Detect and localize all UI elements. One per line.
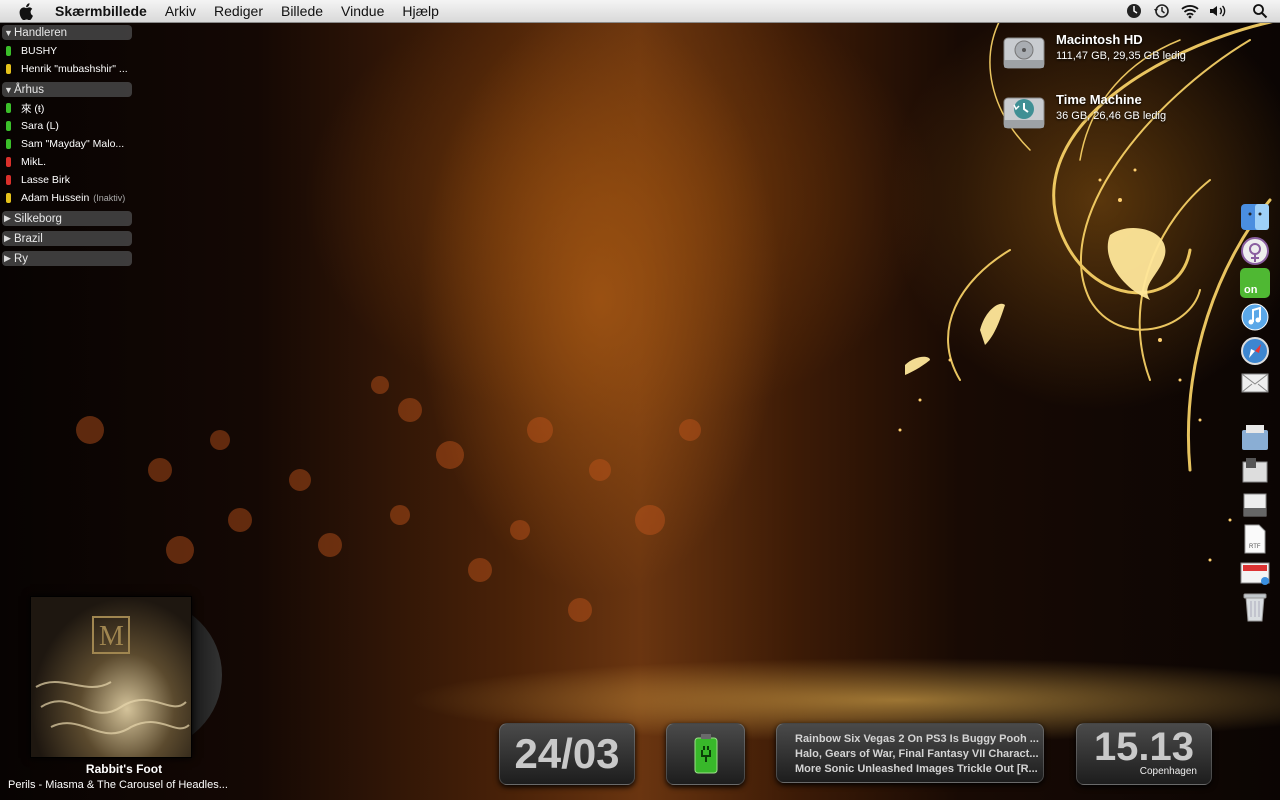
buddy-name: Adam Hussein [21,192,90,204]
group-name: Brazil [14,232,43,245]
buddy-row[interactable]: BUSHY [0,42,132,60]
song-title: Rabbit's Foot [85,762,163,776]
svg-text:RTF: RTF [1249,544,1261,550]
applications-stack-icon[interactable] [1238,490,1272,520]
buddy-row[interactable]: Adam Hussein (Inaktiv) [0,189,132,207]
itunes-icon[interactable] [1238,302,1272,332]
buddy-list: ▼ Handleren BUSHY Henrik "mubashshir" ...… [0,25,132,268]
menu-arkiv[interactable]: Arkiv [156,0,205,22]
time-machine-icon[interactable] [1152,2,1172,20]
group-name: Århus [14,83,45,96]
hard-drive-icon [1002,32,1046,76]
buddy-group-silkeborg[interactable]: ▶ Silkeborg [2,211,132,226]
disclosure-open-icon[interactable]: ▼ [4,85,14,95]
disclosure-closed-icon[interactable]: ▶ [4,233,14,244]
desktop-drive-macintosh-hd[interactable]: Macintosh HD 111,47 GB, 29,35 GB ledig [1002,32,1186,76]
wifi-icon[interactable] [1180,2,1200,20]
group-name: Handleren [14,26,68,39]
buddy-name: Lasse Birk [21,174,71,186]
adium-icon[interactable] [1238,236,1272,266]
menu-hjaelp[interactable]: Hjælp [393,0,448,22]
apple-menu-icon[interactable] [16,1,36,21]
desktop-drive-time-machine[interactable]: Time Machine 36 GB, 26,46 GB ledig [1002,92,1166,136]
buddy-name: MikL. [21,156,47,168]
time-machine-drive-icon [1002,92,1046,136]
disclosure-open-icon[interactable]: ▼ [4,28,14,38]
on-app-icon[interactable]: on [1238,268,1272,298]
menu-vindue[interactable]: Vindue [332,0,393,22]
group-name: Ry [14,252,29,265]
status-busy-icon [6,157,11,167]
album-art[interactable]: M [30,596,192,758]
date-widget[interactable]: 24/03 [499,723,635,785]
safari-icon[interactable] [1238,336,1272,366]
drive-name: Time Machine [1056,92,1142,107]
menu-extras [1124,2,1280,20]
status-idle-icon [6,64,11,74]
clock-time: 15.13 [1093,725,1195,769]
news-headline[interactable]: Rainbow Six Vegas 2 On PS3 Is Buggy Pooh… [795,732,1041,747]
trash-icon[interactable] [1238,592,1272,622]
status-idle-icon [6,193,11,203]
menu-billede[interactable]: Billede [272,0,332,22]
drive-name: Macintosh HD [1056,32,1143,47]
disclosure-closed-icon[interactable]: ▶ [4,253,14,264]
news-headline[interactable]: More Sonic Unleashed Images Trickle Out … [795,762,1041,777]
dock: on RTF [1236,196,1276,636]
buddy-name: Henrik "mubashshir" ... [21,63,128,75]
mail-icon[interactable] [1238,368,1272,398]
buddy-group-ry[interactable]: ▶ Ry [2,251,132,266]
time-machine-clock-icon[interactable] [1124,2,1144,20]
buddy-row[interactable]: Henrik "mubashshir" ... [0,60,132,78]
buddy-row[interactable]: 來 (ŧ) [0,99,132,117]
status-available-icon [6,139,11,149]
buddy-group-handleren[interactable]: ▼ Handleren [2,25,132,40]
buddy-row[interactable]: MikL. [0,153,132,171]
drive-info: 36 GB, 26,46 GB ledig [1056,110,1167,122]
now-playing: Rabbit's Foot Perils - Miasma & The Caro… [0,762,248,791]
menu-rediger[interactable]: Rediger [205,0,272,22]
buddy-name: Sam "Mayday" Malo... [21,138,125,150]
status-available-icon [6,103,11,113]
battery-widget[interactable] [666,723,745,785]
world-clock-widget[interactable]: 15.13 Copenhagen [1076,723,1212,785]
buddy-name: BUSHY [21,45,58,57]
menu-bar: Skærmbillede Arkiv Rediger Billede Vindu… [0,0,1280,23]
svg-text:on: on [1244,284,1258,296]
buddy-name: 來 (ŧ) [21,102,45,115]
buddy-row[interactable]: Sara (L) [0,117,132,135]
group-name: Silkeborg [14,212,62,225]
status-available-icon [6,121,11,131]
spotlight-icon[interactable] [1250,2,1270,20]
artist-album: Perils - Miasma & The Carousel of Headle… [8,779,228,791]
status-available-icon [6,46,11,56]
drive-info: 111,47 GB, 29,35 GB ledig [1056,50,1186,62]
rtf-document-icon[interactable]: RTF [1238,524,1272,554]
battery-plug-icon [694,734,717,774]
buddy-row[interactable]: Lasse Birk [0,171,132,189]
buddy-row[interactable]: Sam "Mayday" Malo... [0,135,132,153]
finder-icon[interactable] [1238,202,1272,232]
buddy-name: Sara (L) [21,120,59,132]
documents-stack-icon[interactable] [1238,422,1272,452]
buddy-group-aarhus[interactable]: ▼ Århus [2,82,132,97]
news-feed-widget[interactable]: Rainbow Six Vegas 2 On PS3 Is Buggy Pooh… [776,723,1044,783]
menu-app-name[interactable]: Skærmbillede [46,0,156,22]
disclosure-closed-icon[interactable]: ▶ [4,213,14,224]
status-busy-icon [6,175,11,185]
preview-icon[interactable] [1238,558,1272,588]
volume-icon[interactable] [1208,2,1228,20]
news-headline[interactable]: Halo, Gears of War, Final Fantasy VII Ch… [795,747,1041,762]
downloads-stack-icon[interactable] [1238,456,1272,486]
buddy-group-brazil[interactable]: ▶ Brazil [2,231,132,246]
svg-text:M: M [99,621,124,652]
buddy-status-note: (Inaktiv) [93,193,126,203]
